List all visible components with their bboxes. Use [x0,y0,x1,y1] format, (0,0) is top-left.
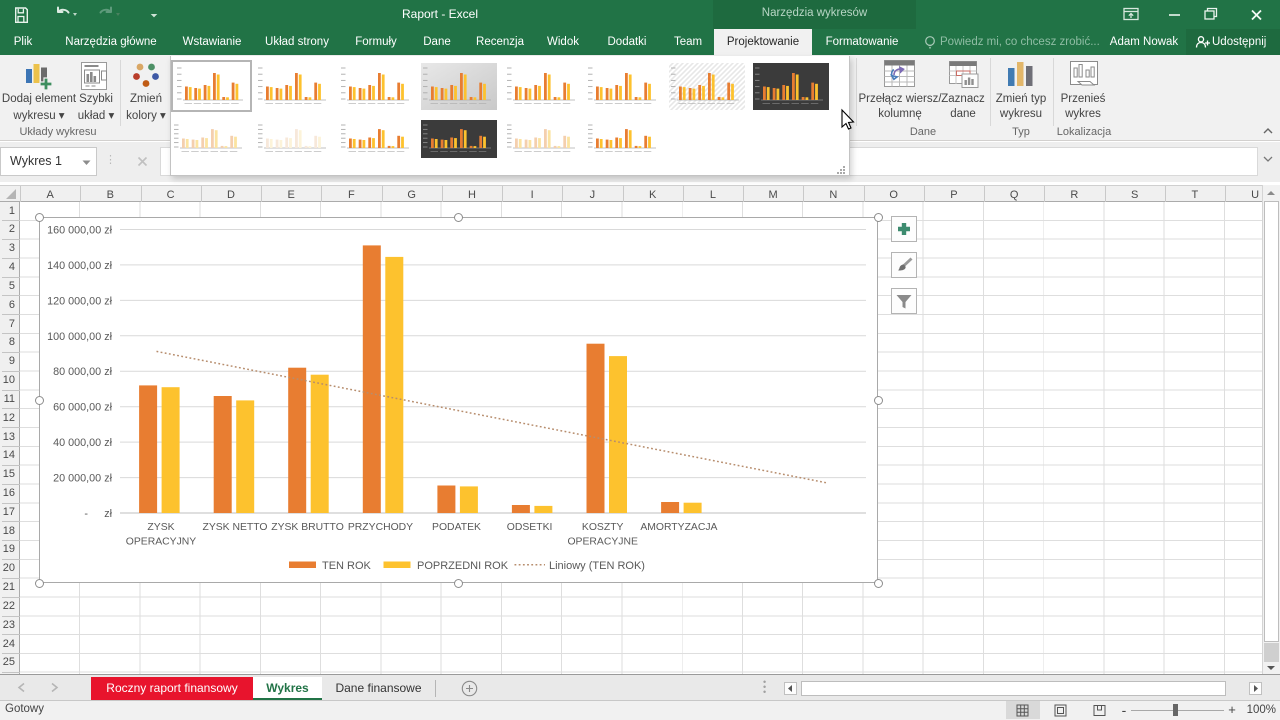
svg-text:40 000,00 zł: 40 000,00 zł [53,437,112,449]
svg-text:OPERACYJNE: OPERACYJNE [567,537,638,548]
svg-text:POPRZEDNI ROK: POPRZEDNI ROK [417,560,509,572]
svg-text:Liniowy (TEN ROK): Liniowy (TEN ROK) [549,560,645,572]
svg-text:ZYSK BRUTTO: ZYSK BRUTTO [271,522,344,533]
svg-text:OPERACYJNY: OPERACYJNY [126,537,197,548]
svg-text:160 000,00 zł: 160 000,00 zł [47,225,112,237]
svg-text:60 000,00 zł: 60 000,00 zł [53,402,112,414]
svg-text:140 000,00 zł: 140 000,00 zł [47,260,112,272]
svg-text:- zł: - zł [84,508,112,520]
svg-text:120 000,00 zł: 120 000,00 zł [47,295,112,307]
svg-text:ODSETKI: ODSETKI [507,522,553,533]
svg-text:PRZYCHODY: PRZYCHODY [348,522,413,533]
svg-text:TEN ROK: TEN ROK [322,560,372,572]
svg-text:100 000,00 zł: 100 000,00 zł [47,331,112,343]
svg-text:KOSZTY: KOSZTY [582,522,624,533]
svg-text:AMORTYZACJA: AMORTYZACJA [640,522,717,533]
svg-text:ZYSK: ZYSK [147,522,174,533]
svg-text:ZYSK NETTO: ZYSK NETTO [202,522,267,533]
svg-text:80 000,00 zł: 80 000,00 zł [53,366,112,378]
svg-text:PODATEK: PODATEK [432,522,481,533]
svg-text:20 000,00 zł: 20 000,00 zł [53,473,112,485]
